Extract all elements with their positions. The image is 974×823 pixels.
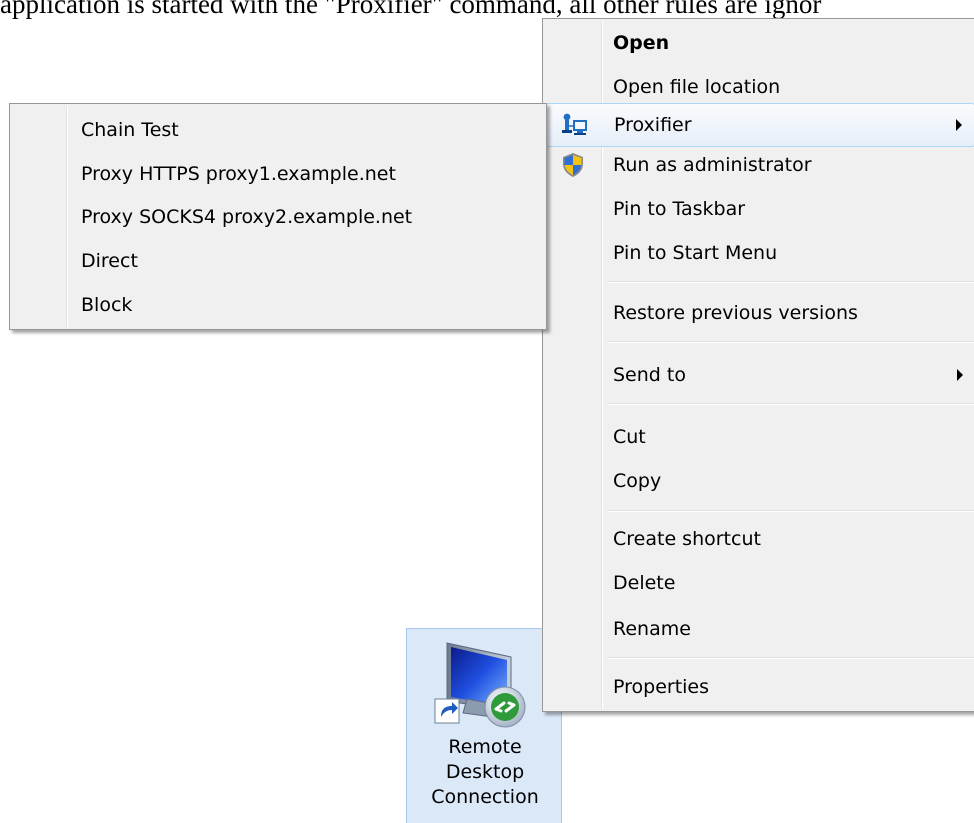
desktop-shortcut-label: Remote Desktop Connection [407,735,563,810]
menu-item-label: Direct [81,250,138,272]
submenu-item-chain-test[interactable]: Chain Test [12,108,544,152]
menu-item-proxifier[interactable]: Proxifier [545,103,974,147]
desktop-shortcut-remote-desktop[interactable]: Remote Desktop Connection [406,628,562,823]
context-menu: Open Open file location Proxifier Run as… [542,18,974,712]
menu-item-label: Restore previous versions [613,302,858,324]
menu-separator [607,657,974,659]
menu-item-label: Pin to Start Menu [613,242,778,264]
menu-item-pin-to-taskbar[interactable]: Pin to Taskbar [545,187,974,231]
menu-item-copy[interactable]: Copy [545,459,974,503]
menu-separator [607,510,974,512]
remote-desktop-icon [434,642,526,728]
menu-item-label: Cut [613,426,646,448]
menu-item-label: Create shortcut [613,528,761,550]
menu-item-label: Send to [613,364,686,386]
submenu-item-proxy-https[interactable]: Proxy HTTPS proxy1.example.net [12,152,544,196]
menu-item-label: Open [613,32,670,54]
menu-item-label: Pin to Taskbar [613,198,746,220]
menu-item-label: Block [81,294,133,316]
menu-separator [607,281,974,283]
menu-item-label: Delete [613,572,676,594]
menu-item-create-shortcut[interactable]: Create shortcut [545,517,974,561]
menu-item-label: Chain Test [81,119,179,141]
menu-item-label: Open file location [613,76,781,98]
submenu-arrow-icon [957,369,963,381]
menu-item-label: Copy [613,470,662,492]
menu-item-properties[interactable]: Properties [545,665,974,709]
label-line-2: Desktop [445,761,525,783]
menu-item-cut[interactable]: Cut [545,415,974,459]
menu-separator [607,403,974,405]
label-line-3: Connection [431,786,539,808]
menu-item-label: Properties [613,676,710,698]
menu-item-pin-to-start-menu[interactable]: Pin to Start Menu [545,231,974,275]
menu-item-label: Run as administrator [613,154,812,176]
label-line-1: Remote [448,736,522,758]
uac-shield-icon [563,153,583,177]
proxifier-submenu: Chain Test Proxy HTTPS proxy1.example.ne… [9,103,547,330]
menu-item-send-to[interactable]: Send to [545,353,974,397]
proxifier-icon [562,113,587,135]
menu-item-open[interactable]: Open [545,21,974,65]
menu-item-label: Rename [613,618,691,640]
menu-item-label: Proxy HTTPS proxy1.example.net [81,163,396,185]
submenu-item-direct[interactable]: Direct [12,239,544,283]
submenu-arrow-icon [956,119,962,131]
menu-item-restore-previous-versions[interactable]: Restore previous versions [545,291,974,335]
menu-item-label: Proxifier [614,114,692,136]
menu-item-run-as-administrator[interactable]: Run as administrator [545,143,974,187]
menu-separator [607,341,974,343]
menu-item-delete[interactable]: Delete [545,561,974,605]
submenu-item-block[interactable]: Block [12,283,544,327]
submenu-item-proxy-socks4[interactable]: Proxy SOCKS4 proxy2.example.net [12,195,544,239]
menu-item-label: Proxy SOCKS4 proxy2.example.net [81,206,413,228]
menu-item-rename[interactable]: Rename [545,607,974,651]
